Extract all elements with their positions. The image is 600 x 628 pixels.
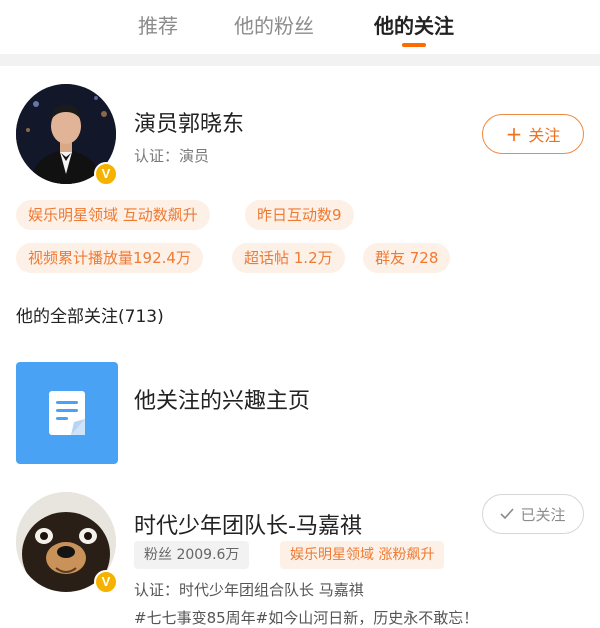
- followed-user-verification: 认证：时代少年团组合队长 马嘉祺: [134, 581, 364, 599]
- plus-icon: +: [505, 122, 523, 146]
- interest-page-icon[interactable]: [16, 362, 118, 464]
- profile-avatar[interactable]: V: [16, 84, 120, 188]
- tag-group-members[interactable]: 群友 728: [363, 243, 451, 273]
- tag-super-topic-posts[interactable]: 超话帖 1.2万: [232, 243, 345, 273]
- tag-hot-interaction[interactable]: 娱乐明星领域 互动数飙升: [16, 200, 210, 230]
- followed-button-label: 已关注: [520, 505, 566, 524]
- verified-v-icon: V: [94, 570, 118, 594]
- followed-user-bio[interactable]: #七七事变85周年#如今山河日新，历史永不敢忘！: [134, 607, 478, 628]
- all-following-title: 他的全部关注(713): [16, 307, 164, 327]
- followed-button[interactable]: 已关注: [482, 494, 584, 534]
- check-icon: [500, 508, 515, 520]
- active-tab-indicator: [402, 43, 426, 47]
- tag-yesterday-interactions[interactable]: 昨日互动数9: [245, 200, 354, 230]
- interest-page-label[interactable]: 他关注的兴趣主页: [134, 383, 310, 415]
- tab-bar: 推荐 他的粉丝 他的关注: [0, 0, 600, 54]
- followed-user-name[interactable]: 时代少年团队长-马嘉祺: [134, 508, 362, 540]
- section-divider: [0, 54, 600, 66]
- profile-name: 演员郭晓东: [134, 112, 245, 137]
- tab-his-fans[interactable]: 他的粉丝: [234, 10, 314, 39]
- profile-verification: 认证：演员: [134, 147, 210, 165]
- tab-recommend[interactable]: 推荐: [138, 10, 178, 39]
- followed-user-avatar[interactable]: V: [16, 492, 120, 596]
- follow-button[interactable]: + 关注: [482, 114, 584, 154]
- follow-button-label: 关注: [528, 126, 561, 145]
- fans-count-badge: 粉丝 2009.6万: [134, 541, 250, 569]
- rising-fans-badge[interactable]: 娱乐明星领域 涨粉飙升: [280, 541, 445, 569]
- verified-v-icon: V: [94, 162, 118, 186]
- document-icon: [49, 391, 85, 435]
- tab-his-following[interactable]: 他的关注: [374, 10, 454, 39]
- tag-video-plays[interactable]: 视频累计播放量192.4万: [16, 243, 203, 273]
